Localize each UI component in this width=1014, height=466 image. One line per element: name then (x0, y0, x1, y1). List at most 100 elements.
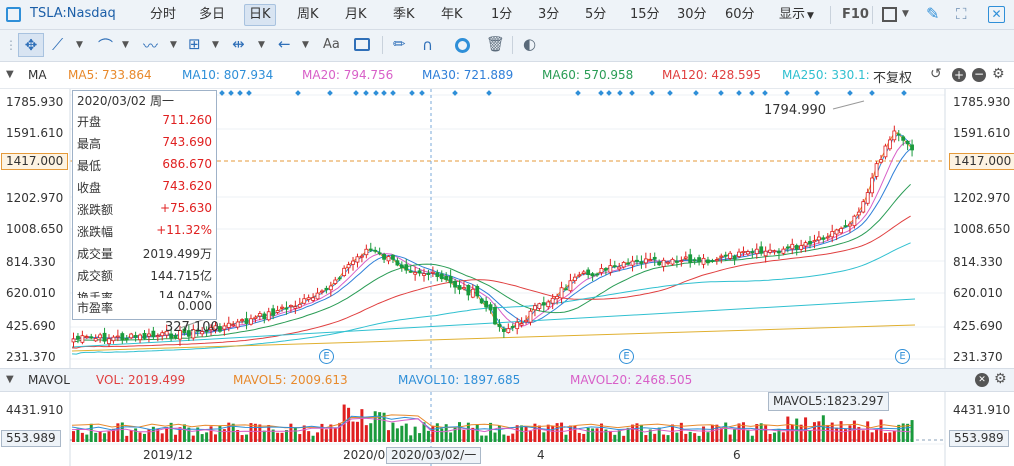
fullscreen-icon[interactable]: ⛶ (956, 5, 967, 23)
tab-30min[interactable]: 30分 (673, 4, 711, 26)
minus-circle-icon[interactable]: − (972, 68, 986, 82)
close-icon[interactable]: ✕ (988, 6, 1005, 23)
adjust-mode[interactable]: 不复权 (873, 67, 912, 86)
candle-body (865, 192, 870, 204)
event-marker[interactable]: E (319, 349, 334, 364)
price-axis-right-5: 814.330 (953, 255, 1003, 269)
candle-body (173, 335, 178, 339)
chevron-down-icon[interactable]: ▼ (212, 40, 219, 50)
layout-icon[interactable] (6, 7, 21, 22)
candle-body (249, 318, 253, 325)
brush-icon[interactable]: ✏ (393, 35, 406, 53)
trash-icon[interactable]: 🗑 (486, 35, 505, 53)
fib-tool-icon[interactable]: ⊞ (188, 35, 201, 53)
volume-bar (364, 425, 368, 442)
tab-yuek[interactable]: 月K (341, 4, 371, 26)
candle-body (887, 139, 892, 150)
arrow-tool-icon[interactable]: ← (278, 35, 291, 53)
chevron-down-icon[interactable]: ▼ (122, 40, 129, 50)
text-tool-icon[interactable]: Aa (323, 37, 340, 52)
volume-bar (409, 435, 413, 442)
tab-jik[interactable]: 季K (389, 4, 419, 26)
candle-body (448, 276, 453, 284)
volume-bar (182, 424, 186, 442)
tab-1min[interactable]: 1分 (487, 4, 516, 26)
compare-icon[interactable]: ◐ (523, 35, 536, 53)
volume-bar (213, 434, 217, 442)
candle-body (785, 246, 790, 249)
candle-body (839, 228, 843, 234)
chevron-down-icon[interactable]: ▼ (302, 40, 309, 50)
close-circle-icon[interactable]: ✕ (975, 373, 989, 387)
candle-body (115, 335, 120, 338)
display-dropdown[interactable]: 显示 ▼ (775, 4, 818, 26)
info-value: +11.32% (156, 223, 212, 237)
undo-icon[interactable]: ↺ (930, 66, 942, 82)
volume-bar (72, 431, 75, 442)
ma-indicator-name[interactable]: MA (28, 68, 47, 82)
settings-icon[interactable]: ⚙ (992, 66, 1005, 82)
eye-icon[interactable] (455, 38, 470, 53)
event-marker[interactable]: E (619, 349, 634, 364)
tab-duori[interactable]: 多日 (195, 4, 229, 26)
candle-body (528, 310, 533, 323)
info-row-change-pct: 涨跌幅 +11.32% (77, 223, 212, 244)
tab-fenshi[interactable]: 分时 (146, 4, 180, 26)
candle-body (577, 274, 582, 277)
candle-body (107, 338, 111, 345)
volume-bar (724, 422, 728, 442)
measure-tool-icon[interactable]: ⇹ (232, 35, 245, 53)
square-icon[interactable] (882, 7, 897, 22)
candle-body (581, 271, 586, 274)
volume-bar (528, 431, 532, 442)
tab-3min[interactable]: 3分 (534, 4, 563, 26)
wave-tool-icon[interactable]: 〰 (143, 35, 158, 56)
chevron-down-icon[interactable]: ▼ (902, 9, 909, 19)
line-tool-icon[interactable]: ⟋ (52, 35, 63, 55)
collapse-icon[interactable]: ▼ (6, 69, 14, 80)
settings-icon[interactable]: ⚙ (994, 371, 1007, 387)
chevron-down-icon[interactable]: ▼ (258, 40, 265, 50)
candle-body (586, 269, 591, 275)
volume-bar (103, 433, 107, 442)
info-label: 涨跌幅 (77, 225, 114, 239)
high-price-label: 1794.990 (764, 103, 827, 118)
candle-body (808, 240, 812, 245)
tab-5min[interactable]: 5分 (581, 4, 610, 26)
candle-body (76, 335, 80, 340)
f10-button[interactable]: F10 (838, 4, 873, 26)
chevron-down-icon[interactable]: ▼ (76, 40, 83, 50)
volume-bar (870, 432, 874, 442)
chevron-down-icon[interactable]: ▼ (170, 40, 177, 50)
volume-bar (440, 428, 444, 442)
price-axis-right-6: 620.010 (953, 286, 1003, 300)
candle-body (892, 130, 897, 141)
pen-icon[interactable]: ✎ (926, 4, 939, 23)
move-icon[interactable]: ✥ (18, 33, 44, 57)
tab-zhouk[interactable]: 周K (293, 4, 323, 26)
volume-bar (395, 428, 399, 442)
candle-body (160, 332, 165, 337)
candle-body (333, 279, 338, 284)
volume-bar (520, 425, 524, 442)
candle-body (147, 333, 151, 337)
comment-tool-icon[interactable] (354, 38, 370, 51)
tab-niank[interactable]: 年K (437, 4, 467, 26)
candle-body (218, 326, 222, 332)
magnet-icon[interactable]: ∩ (422, 36, 433, 54)
tab-60min[interactable]: 60分 (721, 4, 759, 26)
mavol-indicator-name[interactable]: MAVOL (28, 373, 70, 387)
polyline-tool-icon[interactable]: ⌒ (98, 35, 113, 56)
tab-15min[interactable]: 15分 (626, 4, 664, 26)
plus-circle-icon[interactable]: + (952, 68, 966, 82)
volume-bar (653, 433, 657, 442)
collapse-icon[interactable]: ▼ (6, 374, 14, 385)
candle-body (732, 255, 737, 260)
info-label: 开盘 (77, 115, 102, 129)
symbol-label[interactable]: TSLA:Nasdaq (30, 6, 116, 21)
volume-bar (799, 424, 803, 442)
candle-body (639, 261, 644, 264)
tab-rik[interactable]: 日K (244, 4, 276, 26)
event-marker[interactable]: E (895, 349, 910, 364)
candle-body (510, 326, 515, 328)
